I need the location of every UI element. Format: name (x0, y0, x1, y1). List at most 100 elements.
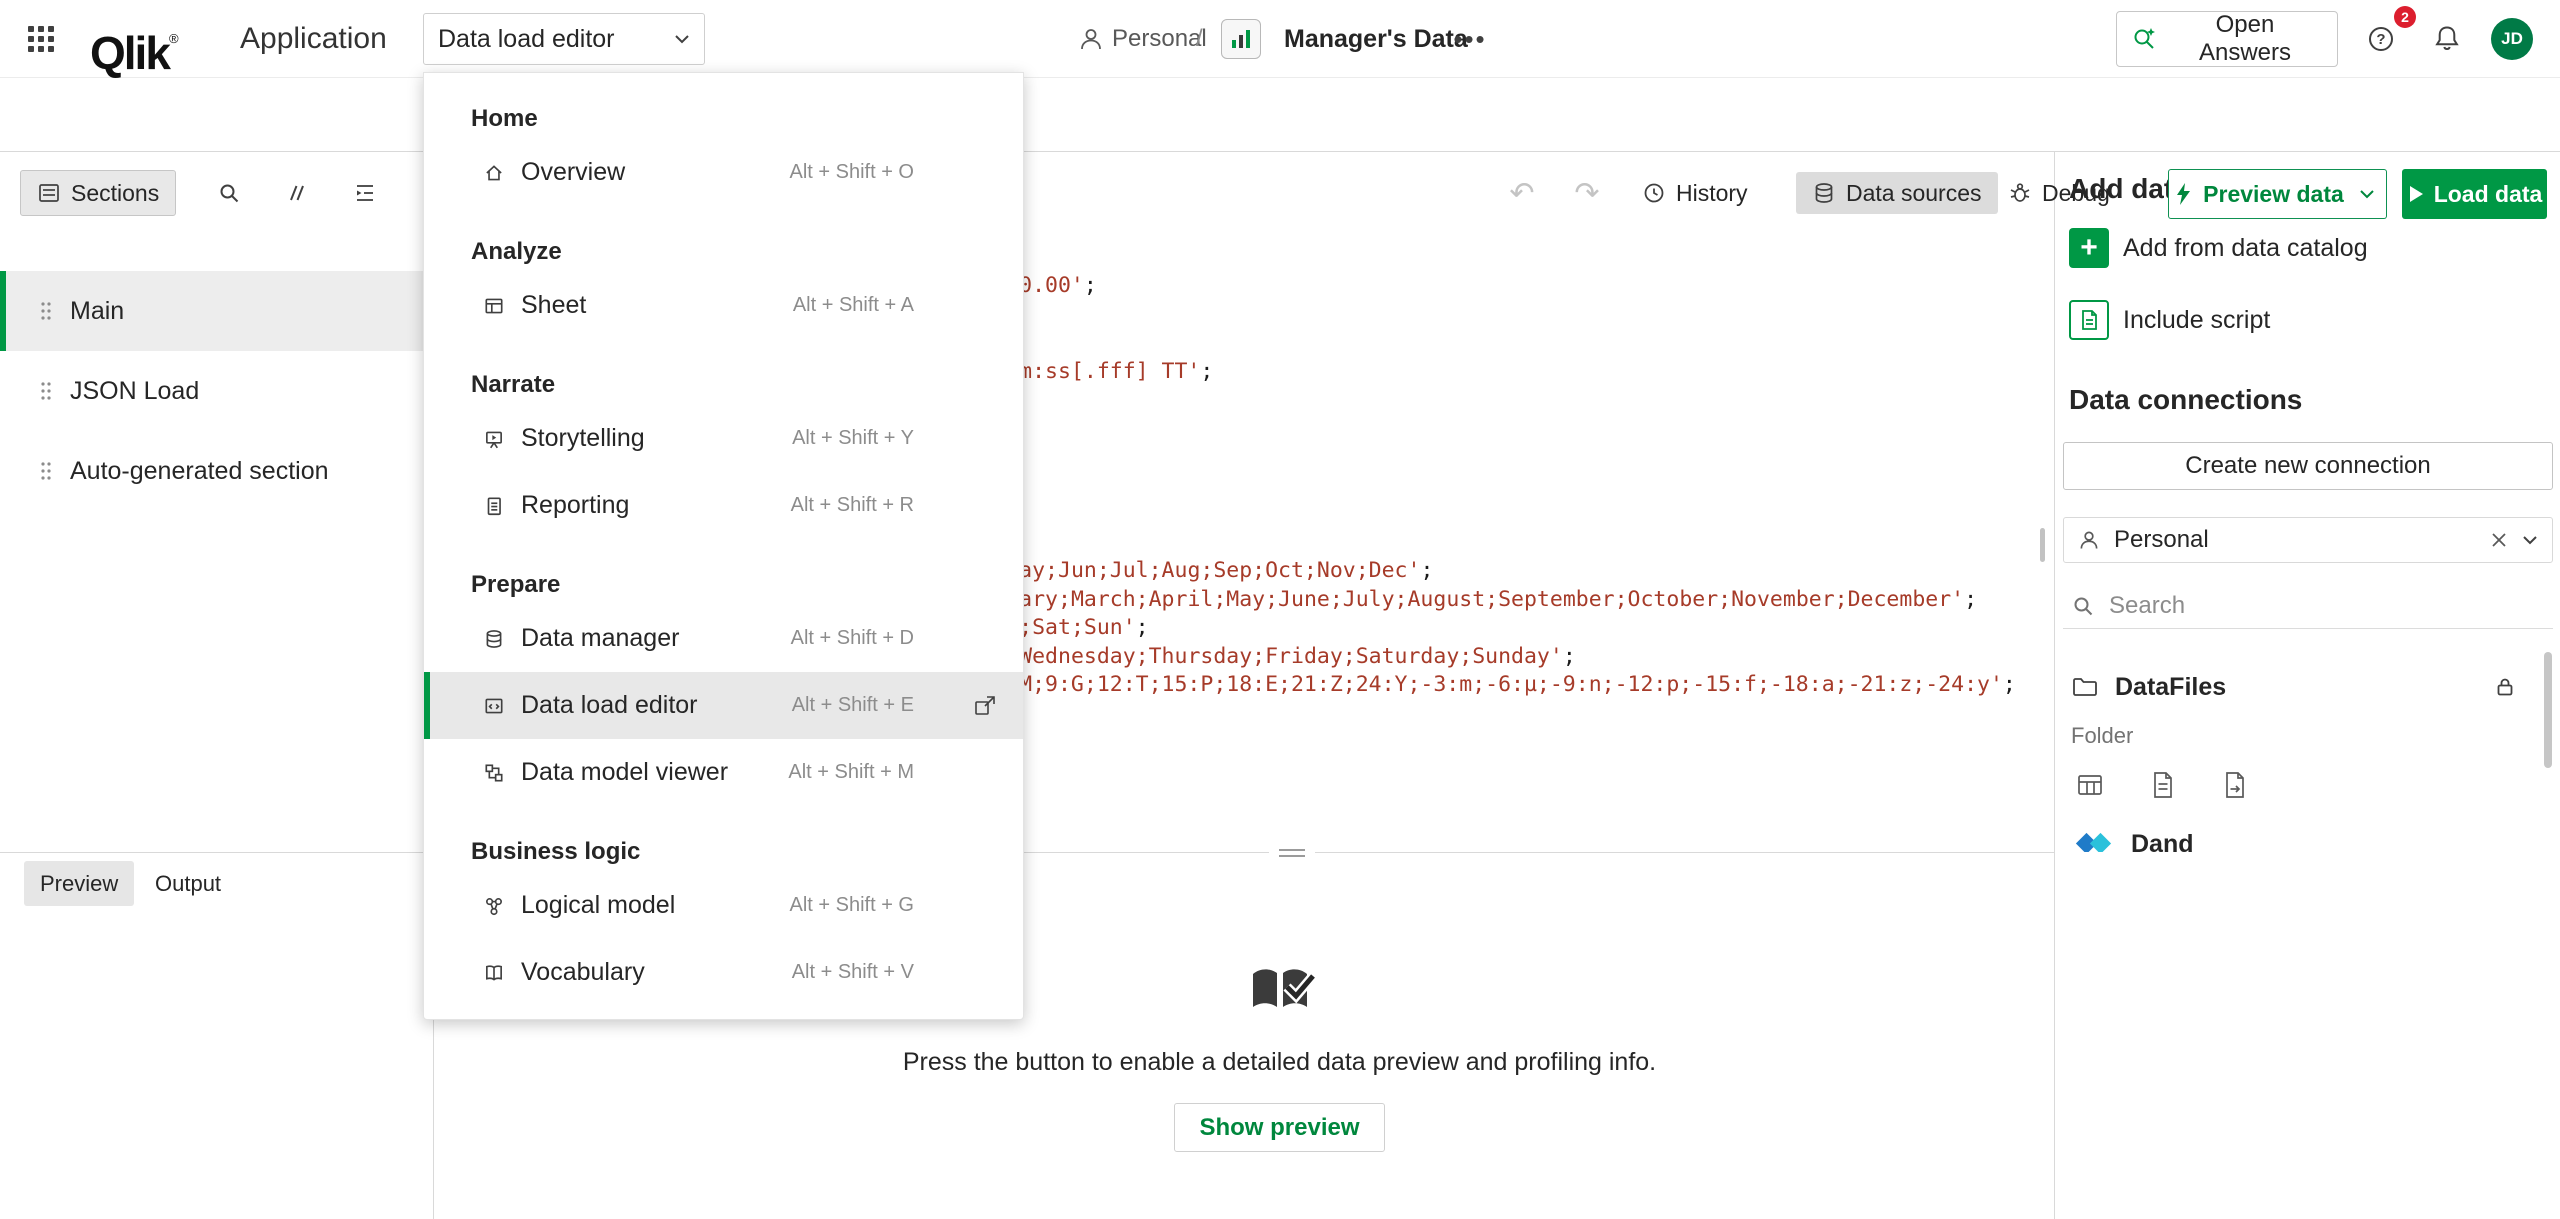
drag-handle-icon[interactable] (40, 379, 52, 403)
menu-item-sheet[interactable]: Sheet Alt + Shift + A (424, 272, 1023, 339)
section-item-auto-generated[interactable]: Auto-generated section (0, 431, 434, 511)
undo-icon[interactable]: ↶ (1500, 170, 1544, 216)
script-file-icon[interactable] (2147, 770, 2177, 800)
menu-item-storytelling[interactable]: Storytelling Alt + Shift + Y (424, 405, 1023, 472)
section-item-json-load[interactable]: JSON Load (0, 351, 434, 431)
connections-search-input[interactable] (2109, 592, 2489, 620)
space-selector-dropdown[interactable]: Personal (2063, 517, 2553, 563)
indent-button[interactable] (342, 170, 388, 216)
menu-item-reporting[interactable]: Reporting Alt + Shift + R (424, 472, 1023, 539)
menu-item-data-manager[interactable]: Data manager Alt + Shift + D (424, 605, 1023, 672)
include-script-button[interactable]: Include script (2069, 300, 2270, 340)
drag-handle-icon[interactable] (40, 299, 52, 323)
more-options-icon[interactable]: ••• (1448, 22, 1492, 56)
qlik-logo[interactable]: Qlik® (90, 0, 179, 78)
help-icon[interactable]: ? (2366, 24, 2396, 54)
menu-item-logical-model[interactable]: Logical model Alt + Shift + G (424, 872, 1023, 939)
preview-tab[interactable]: Preview (24, 861, 134, 906)
app-launcher-icon[interactable] (26, 24, 56, 54)
preview-data-button[interactable]: Preview data (2168, 169, 2349, 219)
create-new-connection-button[interactable]: Create new connection (2063, 442, 2553, 490)
table-data-icon[interactable] (2075, 770, 2105, 800)
file-export-icon[interactable] (2219, 770, 2249, 800)
open-answers-button[interactable]: Open Answers (2116, 11, 2338, 67)
reporting-icon (483, 495, 505, 517)
person-icon (1078, 26, 1104, 52)
user-avatar[interactable]: JD (2491, 18, 2533, 60)
menu-item-overview[interactable]: Overview Alt + Shift + O (424, 139, 1023, 206)
history-button[interactable]: History (1642, 170, 1748, 216)
menu-group-header: Business logic (424, 832, 1023, 872)
load-data-label: Load data (2434, 181, 2543, 208)
menu-item-label: Vocabulary (521, 958, 645, 987)
menu-group-narrate: Narrate Storytelling Alt + Shift + Y Rep… (424, 339, 1023, 539)
add-from-catalog-button[interactable]: + Add from data catalog (2069, 228, 2368, 268)
menu-item-label: Data model viewer (521, 758, 728, 787)
data-model-viewer-icon (483, 762, 505, 784)
top-bar: Qlik® Application Data load editor Perso… (0, 0, 2560, 78)
view-selector-value: Data load editor (438, 25, 615, 54)
sections-sidebar: Sections Main JSON Load Auto-generated s… (0, 152, 434, 1219)
section-item-label: Main (70, 297, 124, 326)
data-sources-button[interactable]: Data sources (1796, 172, 1998, 214)
show-preview-button[interactable]: Show preview (1174, 1103, 1384, 1152)
person-icon (2078, 529, 2100, 551)
panel-resize-handle[interactable] (2040, 528, 2045, 562)
connections-list-clipped: Dand (2055, 820, 2560, 852)
section-item-main[interactable]: Main (0, 271, 434, 351)
menu-item-data-load-editor[interactable]: Data load editor Alt + Shift + E (424, 672, 1023, 739)
connection-item-partial[interactable]: Dand (2055, 820, 2560, 852)
history-label: History (1676, 180, 1748, 207)
toggle-sections-button[interactable]: Sections (20, 170, 176, 216)
logo-registered-mark: ® (169, 31, 179, 46)
preview-data-caret-button[interactable] (2348, 169, 2387, 219)
menu-item-shortcut: Alt + Shift + R (791, 494, 914, 517)
split-drag-handle[interactable] (1269, 844, 1315, 862)
clear-icon[interactable] (2490, 531, 2508, 549)
menu-item-vocabulary[interactable]: Vocabulary Alt + Shift + V (424, 939, 1023, 1006)
preview-data-label: Preview data (2203, 181, 2344, 208)
load-data-button[interactable]: Load data (2402, 169, 2547, 219)
debug-button[interactable]: Debug (2008, 170, 2110, 216)
comment-code-button[interactable] (274, 170, 320, 216)
menu-item-label: Data load editor (521, 691, 698, 720)
comment-slashes-icon (285, 181, 309, 205)
menu-item-data-model-viewer[interactable]: Data model viewer Alt + Shift + M (424, 739, 1023, 806)
menu-item-label: Storytelling (521, 424, 645, 453)
datafiles-name: DataFiles (2115, 673, 2226, 702)
navigation-menu: Home Overview Alt + Shift + O Analyze Sh… (423, 72, 1024, 1020)
logo-text: Qlik (90, 27, 169, 79)
data-manager-icon (483, 628, 505, 650)
sections-button-label: Sections (71, 180, 159, 207)
editor-toolbar: Sections ↶ ↷ History Data sources Debug … (0, 78, 2560, 152)
logical-model-icon (483, 895, 505, 917)
bell-icon[interactable] (2432, 23, 2462, 53)
open-in-new-tab-icon[interactable] (973, 694, 997, 718)
menu-item-shortcut: Alt + Shift + G (789, 894, 914, 917)
connections-search[interactable] (2063, 583, 2553, 629)
chevron-down-icon (674, 34, 690, 44)
svg-text:?: ? (2376, 31, 2385, 48)
menu-group-home: Home Overview Alt + Shift + O (424, 73, 1023, 206)
view-selector-dropdown[interactable]: Data load editor (423, 13, 705, 65)
panel-scrollbar-thumb[interactable] (2544, 652, 2552, 768)
lightning-icon (2173, 182, 2195, 206)
breadcrumb-app-name[interactable]: Manager's Data (1284, 0, 1468, 78)
drag-handle-icon[interactable] (40, 459, 52, 483)
plus-icon: + (2069, 228, 2109, 268)
lock-icon (2493, 675, 2517, 699)
search-script-button[interactable] (206, 170, 252, 216)
datafiles-connection-item[interactable]: DataFiles (2071, 663, 2545, 711)
chevron-down-icon[interactable] (2522, 535, 2538, 545)
breadcrumb-space[interactable]: Personal (1112, 0, 1207, 78)
menu-item-shortcut: Alt + Shift + Y (792, 427, 914, 450)
menu-item-label: Sheet (521, 291, 586, 320)
app-thumbnail-icon[interactable] (1221, 19, 1261, 59)
debug-label: Debug (2042, 180, 2110, 207)
redo-icon[interactable]: ↷ (1565, 170, 1609, 216)
menu-item-label: Reporting (521, 491, 629, 520)
chevron-down-icon (2359, 189, 2375, 199)
output-tab[interactable]: Output (139, 861, 237, 906)
sheet-icon (483, 295, 505, 317)
menu-group-business-logic: Business logic Logical model Alt + Shift… (424, 806, 1023, 1006)
